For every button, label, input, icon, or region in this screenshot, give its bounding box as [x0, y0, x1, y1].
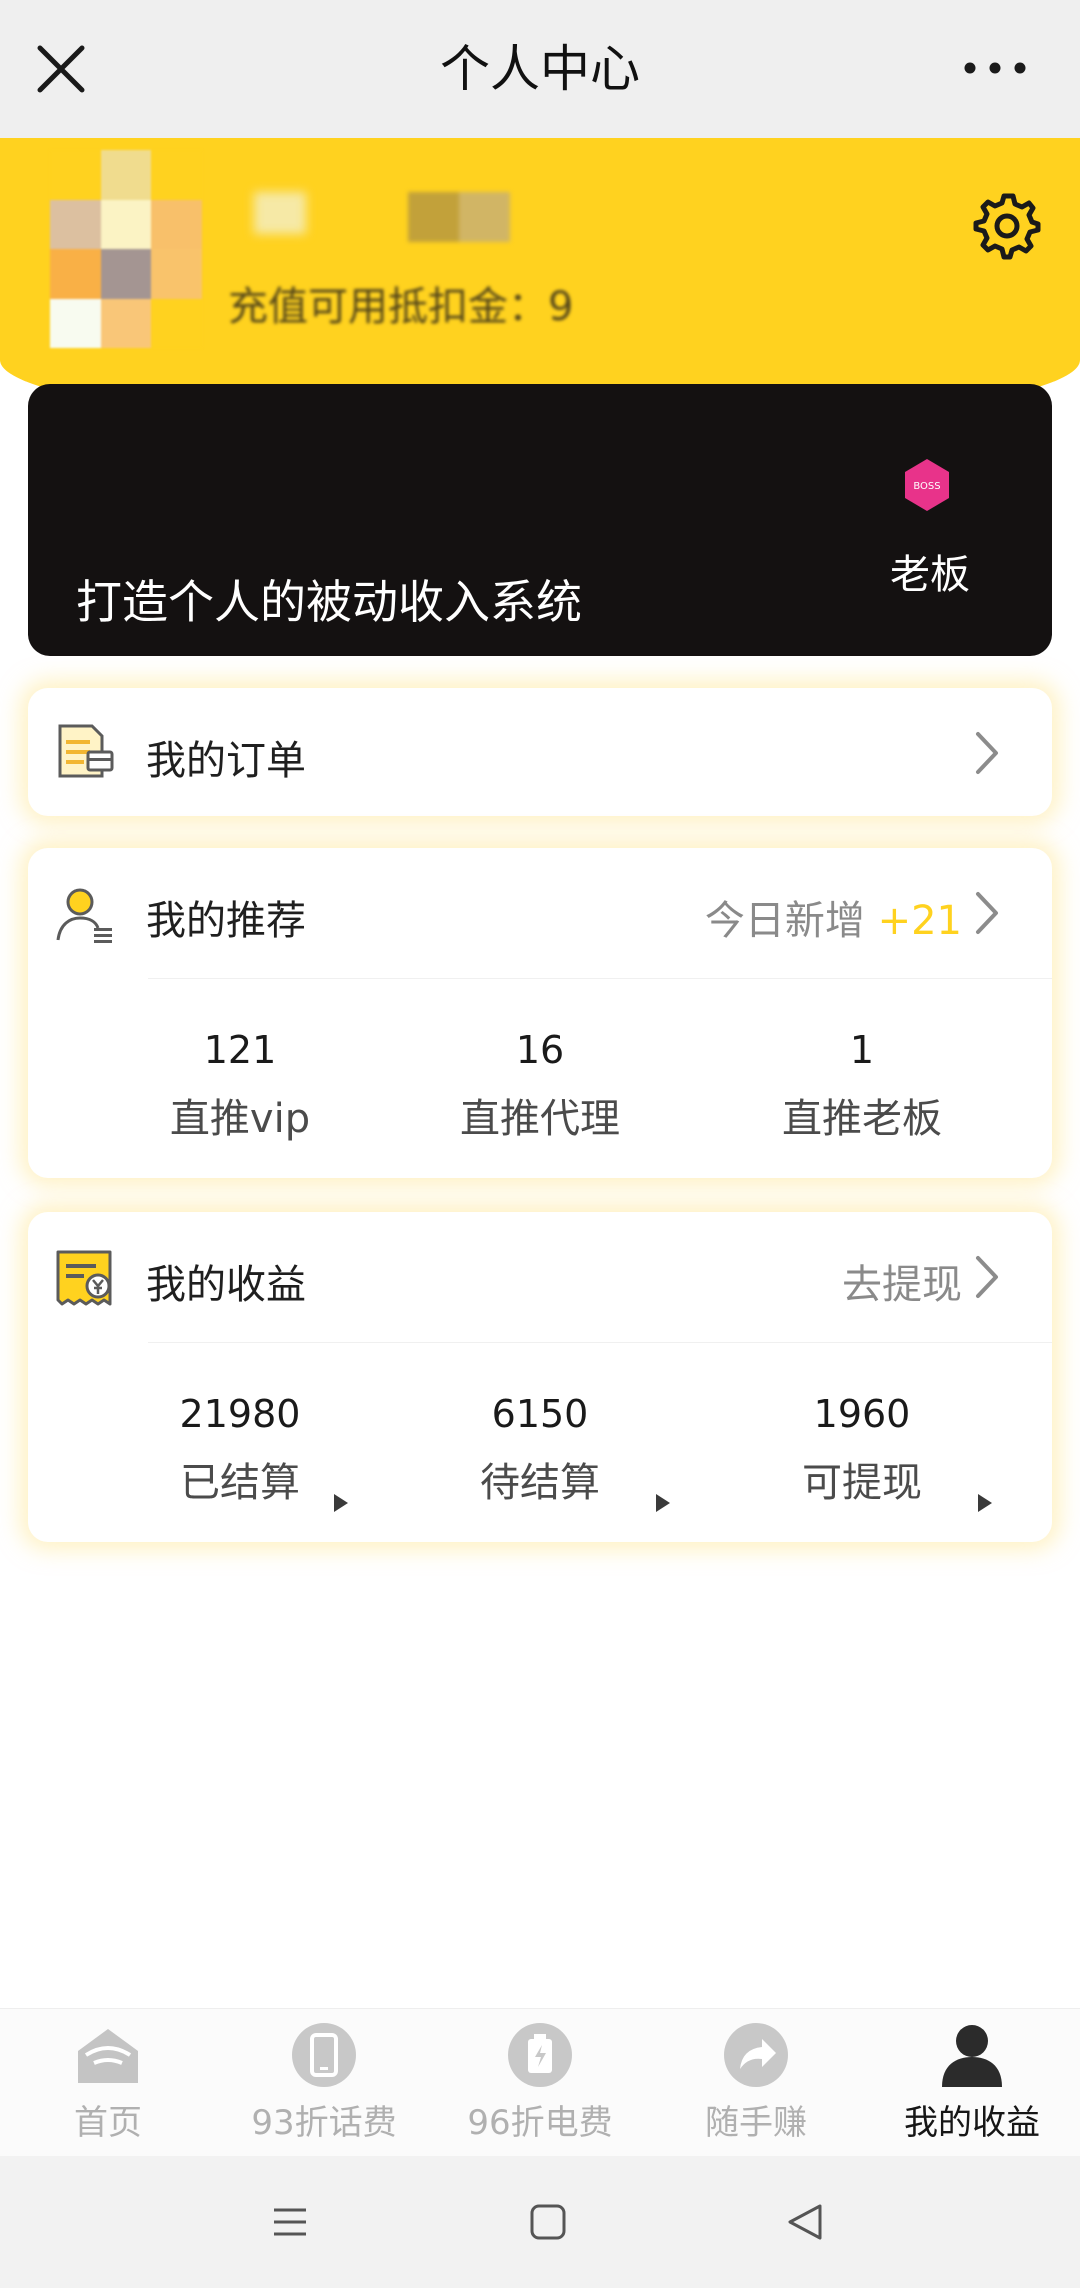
system-nav-bar [0, 2156, 1080, 2288]
user-id-blur [408, 192, 510, 242]
close-icon[interactable] [30, 32, 92, 102]
stat-value: 21980 [179, 1392, 301, 1436]
tab-my-earnings[interactable]: 我的收益 [864, 2009, 1080, 2157]
referrals-header[interactable]: 我的推荐 今日新增 +21 [28, 848, 1052, 978]
stat-withdrawable[interactable]: 1960 可提现 [722, 1392, 1002, 1508]
tab-label: 我的收益 [904, 2103, 1040, 2143]
stat-value: 1 [849, 1028, 875, 1072]
earnings-header[interactable]: 我的收益 去提现 [28, 1212, 1052, 1342]
stat-settled[interactable]: 21980 已结算 [100, 1392, 380, 1508]
stat-direct-vip[interactable]: 121 直推vip [100, 1028, 380, 1144]
caret-right-icon [978, 1494, 992, 1512]
stat-value: 6150 [491, 1392, 589, 1436]
stat-direct-agent[interactable]: 16 直推代理 [400, 1028, 680, 1144]
earnings-card: 我的收益 去提现 21980 已结算 6150 待结算 1960 可提现 [28, 1212, 1052, 1542]
user-icon [56, 888, 112, 943]
battery-icon [508, 2023, 572, 2087]
divider [148, 978, 1052, 979]
chevron-right-icon [976, 1256, 998, 1298]
receipt-icon [56, 1250, 112, 1306]
today-new-label: 今日新增 [704, 898, 865, 944]
phone-icon [292, 2023, 356, 2087]
orders-card[interactable]: 我的订单 [28, 688, 1052, 816]
today-new-text: 今日新增 +21 [705, 888, 962, 946]
member-level-label: 老板 [890, 552, 970, 598]
stat-label: 待结算 [480, 1460, 600, 1506]
withdraw-link[interactable]: 去提现 [842, 1252, 962, 1310]
chevron-right-icon [976, 732, 998, 774]
stat-value: 16 [515, 1028, 565, 1072]
today-new-count: +21 [877, 898, 962, 944]
member-banner[interactable]: 打造个人的被动收入系统 BOSS 老板 [28, 384, 1052, 656]
earnings-title: 我的收益 [146, 1262, 306, 1308]
share-icon [724, 2023, 788, 2087]
svg-text:BOSS: BOSS [913, 481, 940, 492]
tab-label: 93折话费 [251, 2103, 397, 2143]
stat-pending[interactable]: 6150 待结算 [400, 1392, 680, 1508]
person-icon [942, 2025, 1002, 2087]
stat-value: 121 [203, 1028, 277, 1072]
caret-right-icon [656, 1494, 670, 1512]
boss-badge-icon: BOSS [905, 459, 949, 511]
more-dots-icon[interactable] [960, 48, 1030, 88]
stat-label: 直推vip [169, 1096, 311, 1142]
username-blur [254, 192, 306, 234]
balance-text: 充值可用抵扣金：9 [228, 284, 574, 330]
tab-phone-recharge[interactable]: 93折话费 [216, 2009, 432, 2157]
stat-label: 直推代理 [460, 1096, 620, 1142]
top-navbar: 个人中心 [0, 0, 1080, 138]
orders-row[interactable]: 我的订单 [28, 688, 1052, 818]
home-square-icon[interactable] [524, 2198, 572, 2246]
tab-label: 随手赚 [705, 2103, 807, 2143]
stat-direct-boss[interactable]: 1 直推老板 [722, 1028, 1002, 1144]
tab-label: 首页 [74, 2103, 142, 2143]
avatar[interactable] [50, 150, 202, 348]
menu-icon[interactable] [266, 2198, 314, 2246]
referrals-card: 我的推荐 今日新增 +21 121 直推vip 16 直推代理 1 直推老板 [28, 848, 1052, 1178]
divider [148, 1342, 1052, 1343]
caret-right-icon [334, 1494, 348, 1512]
gear-icon[interactable] [972, 190, 1042, 260]
banner-slogan: 打造个人的被动收入系统 [76, 575, 582, 629]
chevron-right-icon [976, 892, 998, 934]
stat-label: 可提现 [802, 1460, 922, 1506]
stat-value: 1960 [813, 1392, 911, 1436]
orders-title: 我的订单 [146, 738, 306, 784]
tab-electricity[interactable]: 96折电费 [432, 2009, 648, 2157]
document-icon [58, 724, 114, 778]
tab-label: 96折电费 [467, 2103, 613, 2143]
bottom-tab-bar: 首页 93折话费 96折电费 随手赚 我的收益 [0, 2008, 1080, 2156]
tab-home[interactable]: 首页 [0, 2009, 216, 2157]
referrals-title: 我的推荐 [146, 898, 306, 944]
tab-earn[interactable]: 随手赚 [648, 2009, 864, 2157]
home-icon [78, 2029, 138, 2083]
stat-label: 直推老板 [782, 1096, 942, 1142]
back-triangle-icon[interactable] [782, 2198, 830, 2246]
page-title: 个人中心 [440, 40, 640, 98]
